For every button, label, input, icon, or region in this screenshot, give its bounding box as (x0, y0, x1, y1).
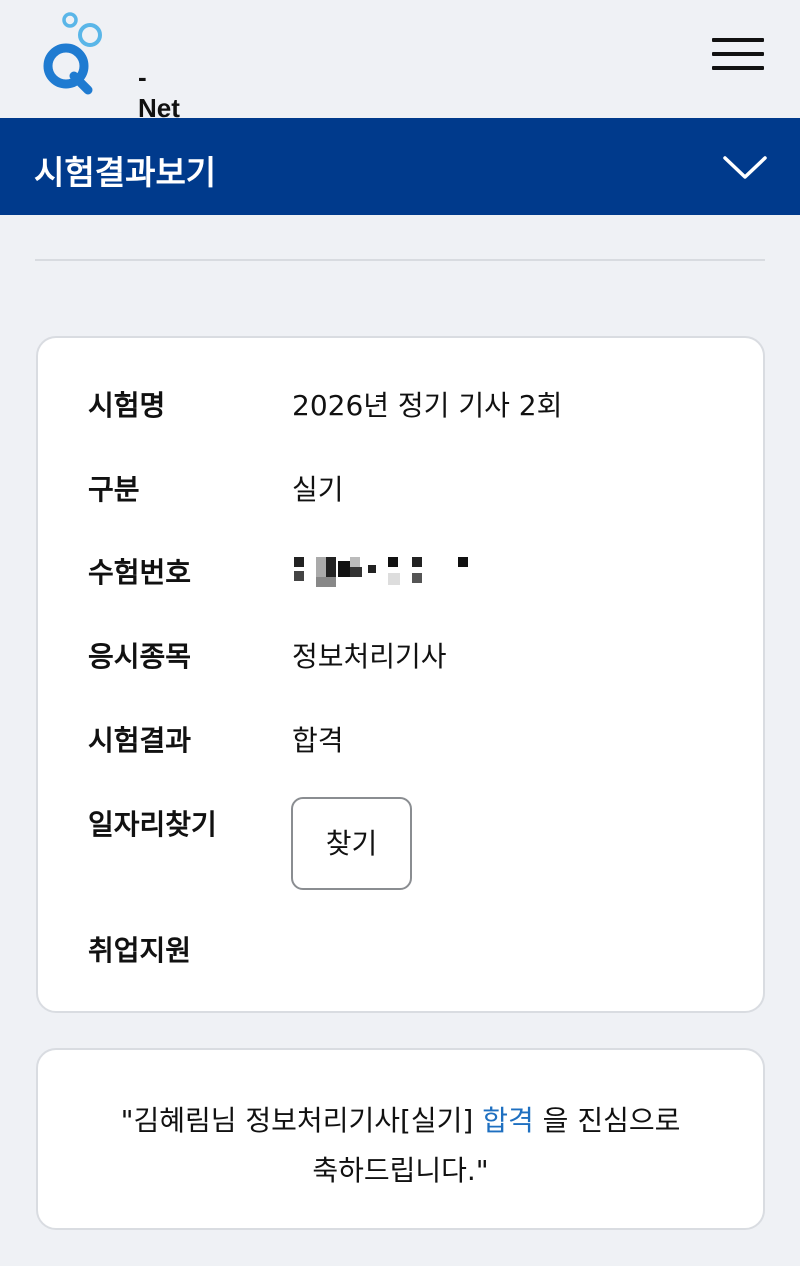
row-value: 정보처리기사 (292, 640, 447, 673)
row-label: 수험번호 (88, 556, 192, 589)
row-employment-support: 취업지원 (88, 929, 708, 979)
row-label: 취업지원 (88, 934, 192, 967)
find-job-button[interactable]: 찾기 (291, 797, 412, 890)
message-suffix: 을 진심으로 (533, 1104, 681, 1137)
row-exam-number: 수험번호 (88, 551, 708, 601)
congratulation-card: "김혜림님 정보처리기사[실기] 합격 을 진심으로 축하드립니다." (36, 1048, 765, 1230)
hamburger-menu-icon[interactable] (708, 34, 768, 74)
message-line-1: "김혜림님 정보처리기사[실기] 합격 을 진심으로 (38, 1096, 763, 1146)
pass-highlight: 합격 (482, 1104, 534, 1137)
app-header: - Net (0, 0, 800, 123)
divider (35, 259, 765, 261)
result-info-card: 시험명 2026년 정기 기사 2회 구분 실기 수험번호 응시종목 정보처리기… (36, 336, 765, 1013)
row-label: 구분 (88, 473, 140, 506)
message-line-2: 축하드립니다." (312, 1154, 489, 1187)
row-subject: 응시종목 정보처리기사 (88, 635, 708, 685)
row-value: 실기 (292, 473, 344, 506)
section-dropdown[interactable]: 시험결과보기 (0, 118, 800, 215)
qnet-logo[interactable]: - Net (40, 10, 180, 123)
row-result: 시험결과 합격 (88, 719, 708, 769)
row-category: 구분 실기 (88, 468, 708, 518)
row-value: 합격 (292, 724, 344, 757)
chevron-down-icon[interactable] (722, 154, 768, 182)
row-label: 일자리찾기 (88, 808, 217, 841)
congratulation-message: "김혜림님 정보처리기사[실기] 합격 을 진심으로 축하드립니다." (38, 1096, 763, 1196)
pixelated-exam-number (292, 557, 492, 591)
row-label: 시험명 (88, 389, 166, 422)
row-exam-name: 시험명 2026년 정기 기사 2회 (88, 384, 708, 434)
row-label: 응시종목 (88, 640, 192, 673)
row-value: 2026년 정기 기사 2회 (292, 389, 563, 422)
message-prefix: "김혜림님 정보처리기사[실기] (120, 1104, 483, 1137)
page-title: 시험결과보기 (34, 153, 217, 192)
logo-text: - Net (138, 62, 180, 123)
row-label: 시험결과 (88, 724, 192, 757)
